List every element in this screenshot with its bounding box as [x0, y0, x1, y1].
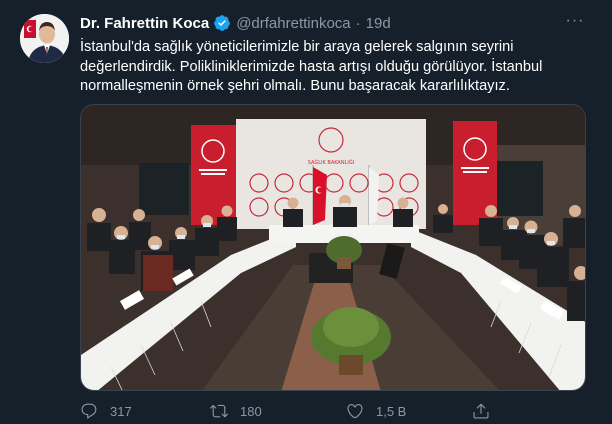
retweet-icon — [210, 404, 228, 418]
author-name[interactable]: Dr. Fahrettin Koca — [80, 15, 209, 32]
retweet-count: 180 — [240, 403, 262, 419]
share-button[interactable] — [472, 401, 490, 421]
more-icon[interactable]: ··· — [562, 12, 588, 34]
svg-text:SAĞLIK BAKANLIĞI: SAĞLIK BAKANLIĞI — [308, 159, 354, 166]
avatar-photo — [20, 14, 69, 63]
reply-count: 317 — [110, 403, 132, 419]
like-button[interactable]: 1,5 B — [346, 401, 406, 421]
author-handle[interactable]: @drfahrettinkoca — [236, 15, 350, 32]
reply-icon — [81, 403, 97, 419]
avatar[interactable] — [20, 14, 69, 63]
like-count: 1,5 B — [376, 403, 407, 419]
tweet-photo[interactable]: SAĞLIK BAKANLIĞI — [80, 104, 586, 391]
tweet-text: İstanbul'da sağlık yöneticilerimizle bir… — [80, 39, 543, 94]
separator-dot: · — [355, 14, 361, 32]
share-icon — [473, 403, 489, 419]
tweet-actions: 317 180 1,5 B — [80, 401, 600, 421]
verified-badge-icon — [213, 14, 231, 32]
retweet-button[interactable]: 180 — [210, 401, 262, 421]
tweet-card[interactable]: Dr. Fahrettin Koca @drfahrettinkoca · 19… — [0, 0, 612, 424]
tweet-header: Dr. Fahrettin Koca @drfahrettinkoca · 19… — [80, 13, 391, 33]
reply-button[interactable]: 317 — [80, 401, 132, 421]
meeting-photo: SAĞLIK BAKANLIĞI — [81, 105, 585, 390]
heart-icon — [347, 404, 363, 419]
tweet-timestamp[interactable]: 19d — [366, 15, 391, 32]
